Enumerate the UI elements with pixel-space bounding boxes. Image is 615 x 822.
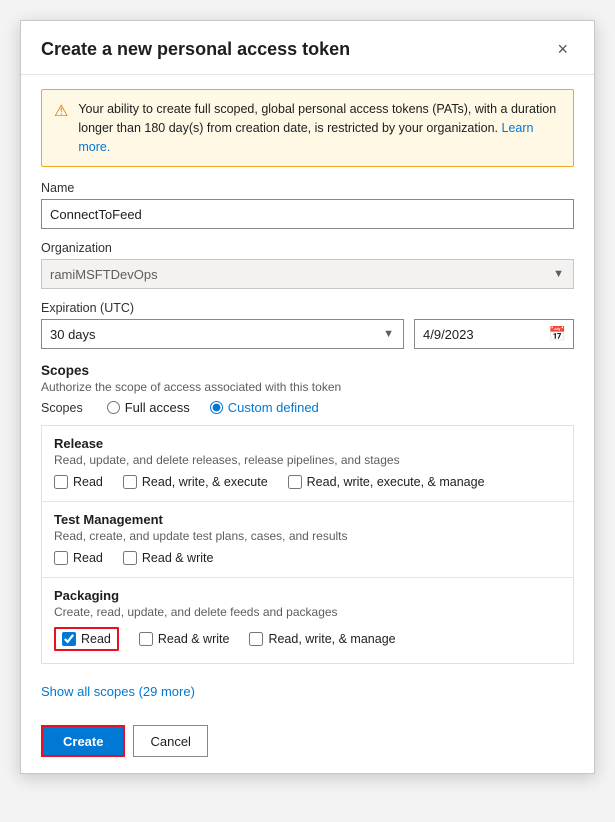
scopes-title: Scopes (41, 363, 574, 378)
packaging-group-desc: Create, read, update, and delete feeds a… (54, 605, 561, 619)
footer-row: Create Cancel (41, 725, 574, 757)
release-manage-option[interactable]: Read, write, execute, & manage (288, 475, 485, 489)
scope-group-release: Release Read, update, and delete release… (42, 426, 573, 502)
dialog-body: ⚠ Your ability to create full scoped, gl… (21, 75, 594, 773)
release-group-desc: Read, update, and delete releases, relea… (54, 453, 561, 467)
packaging-read-label: Read (81, 632, 111, 646)
scopes-label: Scopes (41, 401, 83, 415)
test-options: Read Read & write (54, 551, 561, 565)
release-readwrite-label: Read, write, & execute (142, 475, 268, 489)
warning-text: Your ability to create full scoped, glob… (78, 100, 561, 156)
test-readwrite-option[interactable]: Read & write (123, 551, 214, 565)
expiration-row: 30 days 60 days 90 days 180 days 1 year … (41, 319, 574, 349)
date-input[interactable] (414, 319, 574, 349)
packaging-readwrite-checkbox[interactable] (139, 632, 153, 646)
packaging-read-checkbox[interactable] (62, 632, 76, 646)
release-manage-checkbox[interactable] (288, 475, 302, 489)
packaging-readwrite-option[interactable]: Read & write (139, 632, 230, 646)
show-all-link[interactable]: Show all scopes (29 more) (41, 684, 195, 699)
org-select[interactable]: ramiMSFTDevOps (41, 259, 574, 289)
scope-group-test: Test Management Read, create, and update… (42, 502, 573, 578)
release-read-checkbox[interactable] (54, 475, 68, 489)
org-select-wrapper: ramiMSFTDevOps ▼ (41, 259, 574, 289)
test-group-desc: Read, create, and update test plans, cas… (54, 529, 561, 543)
packaging-options: Read Read & write Read, write, & manage (54, 627, 561, 651)
show-all-wrapper: Show all scopes (29 more) (41, 674, 574, 713)
name-label: Name (41, 181, 574, 195)
packaging-manage-option[interactable]: Read, write, & manage (249, 632, 395, 646)
date-input-wrapper: 📅 (414, 319, 574, 349)
expiration-label: Expiration (UTC) (41, 301, 574, 315)
release-read-option[interactable]: Read (54, 475, 103, 489)
scopes-section: Scopes Authorize the scope of access ass… (41, 363, 574, 415)
dialog-header: Create a new personal access token × (21, 21, 594, 75)
full-access-label: Full access (125, 400, 190, 415)
test-read-checkbox[interactable] (54, 551, 68, 565)
expiration-select-wrapper: 30 days 60 days 90 days 180 days 1 year … (41, 319, 404, 349)
custom-defined-radio-label[interactable]: Custom defined (210, 400, 319, 415)
full-access-radio-label[interactable]: Full access (107, 400, 190, 415)
packaging-manage-checkbox[interactable] (249, 632, 263, 646)
test-readwrite-checkbox[interactable] (123, 551, 137, 565)
custom-defined-radio[interactable] (210, 401, 223, 414)
packaging-group-title: Packaging (54, 588, 561, 603)
release-read-label: Read (73, 475, 103, 489)
warning-icon: ⚠ (54, 101, 68, 156)
scopes-scroll-area: Release Read, update, and delete release… (41, 425, 574, 664)
org-label: Organization (41, 241, 574, 255)
create-pat-dialog: Create a new personal access token × ⚠ Y… (20, 20, 595, 774)
packaging-readwrite-label: Read & write (158, 632, 230, 646)
scopes-description: Authorize the scope of access associated… (41, 380, 574, 394)
close-button[interactable]: × (551, 37, 574, 62)
create-button[interactable]: Create (41, 725, 125, 757)
warning-box: ⚠ Your ability to create full scoped, gl… (41, 89, 574, 167)
name-input[interactable] (41, 199, 574, 229)
release-group-title: Release (54, 436, 561, 451)
release-options: Read Read, write, & execute Read, write,… (54, 475, 561, 489)
test-read-option[interactable]: Read (54, 551, 103, 565)
show-all-count: (29 more) (139, 684, 195, 699)
show-all-text: Show all scopes (41, 684, 135, 699)
full-access-radio[interactable] (107, 401, 120, 414)
test-group-title: Test Management (54, 512, 561, 527)
release-readwrite-option[interactable]: Read, write, & execute (123, 475, 268, 489)
scope-group-packaging: Packaging Create, read, update, and dele… (42, 578, 573, 663)
custom-defined-label: Custom defined (228, 400, 319, 415)
cancel-button[interactable]: Cancel (133, 725, 207, 757)
test-readwrite-label: Read & write (142, 551, 214, 565)
scopes-radio-row: Scopes Full access Custom defined (41, 400, 574, 415)
release-readwrite-checkbox[interactable] (123, 475, 137, 489)
packaging-read-option[interactable]: Read (54, 627, 119, 651)
expiration-select[interactable]: 30 days 60 days 90 days 180 days 1 year … (41, 319, 404, 349)
release-manage-label: Read, write, execute, & manage (307, 475, 485, 489)
packaging-manage-label: Read, write, & manage (268, 632, 395, 646)
dialog-title: Create a new personal access token (41, 39, 350, 60)
test-read-label: Read (73, 551, 103, 565)
